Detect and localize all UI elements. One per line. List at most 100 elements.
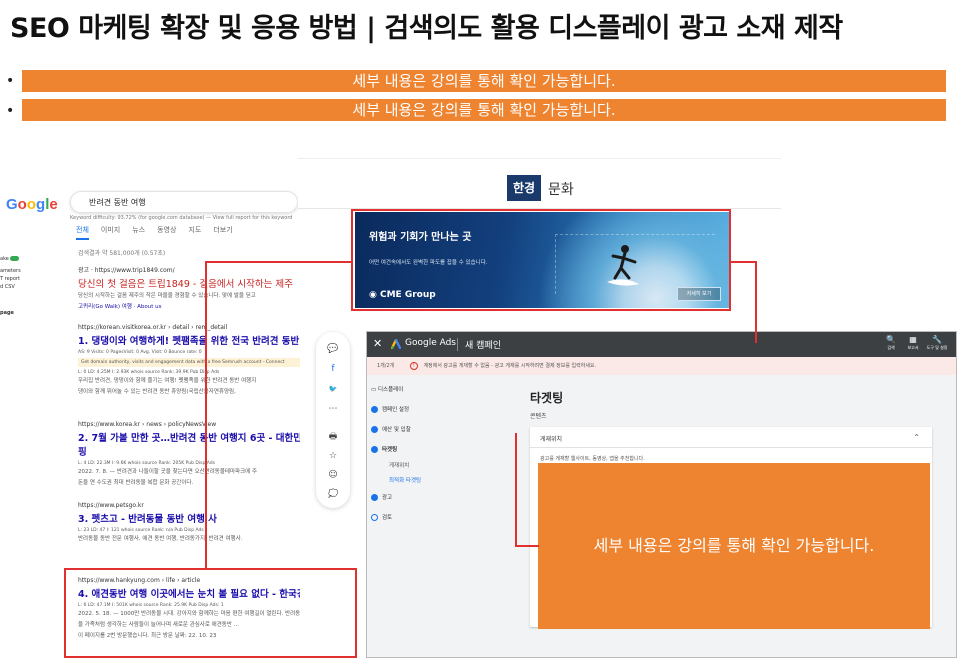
card-title[interactable]: 게재위치 bbox=[540, 434, 562, 443]
result-metrics: L: 23 LD: 47 I: 121 whois source Rank: n… bbox=[78, 528, 204, 533]
chat-icon[interactable]: 💭 bbox=[326, 487, 340, 501]
bookmark-icon[interactable]: ☆ bbox=[326, 449, 340, 463]
result-title[interactable]: 당신의 첫 걸음은 트립1849 - 걸음에서 시작하는 제주 bbox=[78, 276, 300, 290]
tab-videos[interactable]: 동영상 bbox=[157, 225, 176, 240]
nav-placements[interactable]: 게재위치 bbox=[389, 461, 409, 469]
divider bbox=[530, 447, 932, 448]
step-counter: 1개/2개 bbox=[377, 363, 395, 369]
search-result: https://www.petsgo.kr 3. 펫츠고 - 반려동물 동반 여… bbox=[78, 502, 300, 544]
nav-campaign-type[interactable]: ▭ 디스플레이 bbox=[371, 385, 403, 393]
product-name: Google Ads bbox=[405, 338, 456, 348]
result-highlight: Get domain authority, visits and engagem… bbox=[78, 358, 300, 367]
reports-tool-button[interactable]: ▦ 보고서 bbox=[902, 335, 924, 351]
result-metrics: AS: 9 Visits: 0 PagesVisit: 0 Avg. Visit… bbox=[78, 350, 202, 355]
search-result: https://www.korea.kr › news › policyNews… bbox=[78, 421, 300, 488]
nav-optimized-targeting[interactable]: 최적화 타겟팅 bbox=[389, 476, 421, 484]
google-ads-logo-icon bbox=[391, 339, 401, 349]
result-title[interactable]: 2. 7월 가볼 만한 곳…반려견 동반 여행지 6곳 - 대한민 bbox=[78, 430, 300, 444]
result-metrics: L: 0 LD: 4.25M I: 2.93K whois source Ran… bbox=[78, 370, 220, 375]
tab-more[interactable]: 더보기 bbox=[213, 225, 232, 240]
wrench-icon: 🔧 bbox=[932, 335, 942, 344]
result-snippet: 2022. 7. 8. — 반려견과 나들이할 곳을 찾는다면 오산반려동물테마… bbox=[78, 469, 258, 475]
sidebar-label[interactable]: page bbox=[0, 309, 21, 317]
result-url[interactable]: 광고 · https://www.trip1849.com/ bbox=[78, 265, 300, 274]
connector-line bbox=[515, 433, 517, 546]
result-url[interactable]: https://www.korea.kr › news › policyNews… bbox=[78, 421, 300, 428]
result-snippet: 돈을 연 수도권 최대 반려동물 복합 문화 공간이다. bbox=[78, 480, 194, 486]
redacted-content-bar: 세부 내용은 강의를 통해 확인 가능합니다. bbox=[22, 70, 946, 92]
tab-news[interactable]: 뉴스 bbox=[132, 225, 145, 240]
result-url[interactable]: https://korean.visitkorea.or.kr › detail… bbox=[78, 324, 300, 331]
divider bbox=[457, 338, 458, 351]
chevron-up-icon[interactable]: ⌃ bbox=[913, 433, 920, 442]
bullet-mark: • bbox=[6, 73, 15, 89]
sidebar-label[interactable]: T report bbox=[0, 275, 21, 283]
result-snippet: 댕이와 함께 뛰어놀 수 있는 반려견 동반 휴양림(국립산음자연휴양림, bbox=[78, 389, 236, 395]
connector-line bbox=[755, 261, 757, 343]
alert-icon: ! bbox=[409, 362, 418, 370]
result-snippet: 반려동물 동반 전문 여행사, 애견 동반 여행, 반려동가지, 반려견 여행사… bbox=[78, 536, 243, 542]
ads-top-bar: ✕ Google Ads 새 캠페인 🔍 검색 ▦ 보고서 🔧 도구 및 설정 bbox=[367, 332, 956, 357]
search-input[interactable]: 반려견 동반 여행 bbox=[70, 191, 298, 213]
result-title[interactable]: 1. 댕댕이와 여행하게! 펫팸족을 위한 전국 반려견 동반 bbox=[78, 333, 300, 347]
result-url[interactable]: https://www.petsgo.kr bbox=[78, 502, 300, 509]
tab-images[interactable]: 이미지 bbox=[101, 225, 120, 240]
slide-title: SEO 마케팅 확장 및 응용 방법 | 검색의도 활용 디스플레이 광고 소재… bbox=[10, 13, 843, 44]
campaign-name: 새 캠페인 bbox=[465, 341, 501, 351]
result-sitelinks[interactable]: 고퀴리(Go Walk) 여행 · About us bbox=[78, 303, 300, 312]
sidebar-label[interactable]: d CSV bbox=[0, 283, 21, 291]
search-result: https://korean.visitkorea.or.kr › detail… bbox=[78, 324, 300, 397]
article-header: 한경 문화 bbox=[298, 159, 781, 209]
print-icon[interactable]: 🖶 bbox=[326, 430, 340, 444]
search-query: 반려견 동반 여행 bbox=[89, 198, 146, 207]
tab-maps[interactable]: 지도 bbox=[188, 225, 201, 240]
emoji-icon[interactable]: ☺ bbox=[326, 468, 340, 482]
twitter-icon[interactable]: 🐦 bbox=[326, 382, 340, 396]
nav-campaign-settings[interactable]: 캠페인 설정 bbox=[371, 405, 409, 413]
connector-line bbox=[515, 545, 539, 547]
hankyung-logo[interactable]: 한경 bbox=[507, 175, 541, 201]
nav-ads[interactable]: 광고 bbox=[371, 493, 392, 501]
result-title[interactable]: 3. 펫츠고 - 반려동물 동반 여행 사 bbox=[78, 511, 300, 525]
more-share-icon[interactable]: ⋯ bbox=[326, 402, 340, 416]
close-icon[interactable]: ✕ bbox=[373, 337, 382, 350]
panel-subheading: 콘텐츠 bbox=[530, 413, 547, 420]
google-logo[interactable]: Google bbox=[6, 196, 58, 213]
comment-icon[interactable]: 💬 bbox=[326, 342, 340, 356]
connector-line bbox=[205, 261, 207, 570]
result-count: 검색결과 약 581,000개 (0.57초) bbox=[78, 250, 166, 257]
nav-review[interactable]: 검토 bbox=[371, 513, 392, 521]
warning-text: 계정에서 광고를 게재할 수 없음 - 광고 게재를 시작하려면 결제 정보를 … bbox=[423, 363, 597, 369]
redacted-content-bar: 세부 내용은 강의를 통해 확인 가능합니다. bbox=[22, 99, 946, 121]
nav-budget-bidding[interactable]: 예산 및 입찰 bbox=[371, 425, 411, 433]
section-name[interactable]: 문화 bbox=[548, 179, 574, 199]
nav-targeting[interactable]: 타겟팅 bbox=[371, 445, 397, 453]
result-snippet: 당신의 시작하는 걸음 제주의 작은 마을을 경험할 수 있습니다. 맞에 발을… bbox=[78, 293, 256, 299]
seo-sidebar: ake ameters T report d CSV page bbox=[0, 255, 21, 317]
search-result: 광고 · https://www.trip1849.com/ 당신의 첫 걸음은… bbox=[78, 265, 300, 312]
result-title-cont[interactable]: 핑 bbox=[78, 444, 300, 458]
search-icon: 🔍 bbox=[886, 335, 896, 344]
connector-line bbox=[731, 261, 757, 263]
share-toolbar: 💬 f 🐦 ⋯ 🖶 ☆ ☺ 💭 bbox=[316, 332, 350, 508]
billing-warning-banner: 1개/2개 ! 계정에서 광고를 게재할 수 없음 - 광고 게재를 시작하려면… bbox=[367, 357, 956, 375]
search-tool-button[interactable]: 🔍 검색 bbox=[880, 335, 902, 351]
keyword-difficulty: Keyword difficulty: 93.72% (for google.c… bbox=[70, 215, 293, 221]
search-result-callout bbox=[64, 568, 357, 658]
campaign-steps-nav: ▭ 디스플레이 캠페인 설정 예산 및 입찰 타겟팅 게재위치 최적화 타겟팅 … bbox=[367, 375, 517, 657]
redacted-content-box: 세부 내용은 강의를 통해 확인 가능합니다. bbox=[538, 463, 930, 629]
sidebar-label: ake bbox=[0, 256, 9, 262]
panel-heading: 타겟팅 bbox=[530, 391, 564, 405]
search-tabs: 전체 이미지 뉴스 동영상 지도 더보기 bbox=[76, 225, 233, 240]
result-metrics: L: 4 LD: 22.3M I: 9.6K whois source Rank… bbox=[78, 461, 215, 466]
ad-banner-callout bbox=[351, 209, 731, 311]
toggle-switch[interactable] bbox=[10, 256, 20, 261]
result-snippet: 우리집 반려견, 댕댕이와 함께 즐기는 여행! 펫팸족을 위한 반려견 동반 … bbox=[78, 378, 257, 384]
card-description: 광고를 게재할 웹사이트, 동영상, 앱을 추천합니다. bbox=[540, 456, 645, 462]
reports-icon: ▦ bbox=[909, 335, 917, 344]
tab-all[interactable]: 전체 bbox=[76, 225, 89, 240]
tools-settings-button[interactable]: 🔧 도구 및 설정 bbox=[926, 335, 948, 351]
sidebar-label: ameters bbox=[0, 268, 21, 274]
facebook-icon[interactable]: f bbox=[326, 362, 340, 376]
connector-line bbox=[205, 261, 353, 263]
